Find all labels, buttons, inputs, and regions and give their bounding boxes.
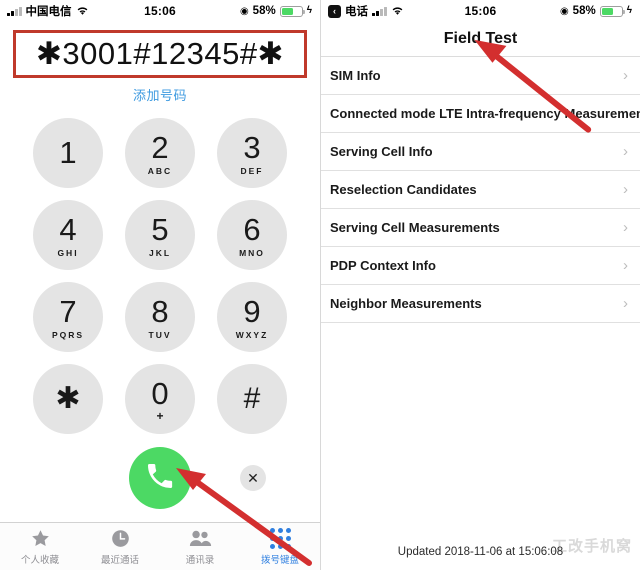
key-digit: 1: [59, 135, 77, 170]
list-item-label: Serving Cell Info: [330, 144, 433, 159]
phone-handset-icon: [144, 460, 176, 497]
list-item-serving-cell-measurements[interactable]: Serving Cell Measurements ›: [321, 209, 640, 247]
key-letters: PQRS: [51, 330, 85, 340]
key-7[interactable]: 7 PQRS: [33, 282, 103, 352]
key-letters: ABC: [147, 166, 173, 176]
key-digit: 6: [243, 212, 261, 247]
tab-contacts[interactable]: 通讯录: [160, 523, 240, 570]
key-8[interactable]: 8 TUV: [125, 282, 195, 352]
left-status-bar: 中国电信 15:06 ◉ 58% ϟ: [0, 0, 320, 22]
right-status-bar: ‹ 电话 15:06 ◉ 58% ϟ: [321, 0, 640, 22]
field-test-list: SIM Info › Connected mode LTE Intra-freq…: [321, 56, 640, 323]
tab-label: 通讯录: [185, 555, 215, 566]
list-item-serving-cell-info[interactable]: Serving Cell Info ›: [321, 133, 640, 171]
key-letters: GHI: [57, 248, 79, 258]
list-item-neighbor-measurements[interactable]: Neighbor Measurements ›: [321, 285, 640, 323]
phone-dialer-screen: 中国电信 15:06 ◉ 58% ϟ ✱3001#12345#✱ 添加号码 1: [0, 0, 320, 570]
chevron-right-icon: ›: [623, 219, 628, 236]
chevron-right-icon: ›: [623, 181, 628, 198]
chevron-right-icon: ›: [623, 257, 628, 274]
tab-keypad[interactable]: 拨号键盘: [240, 523, 320, 570]
clock-icon: [110, 527, 131, 549]
key-6[interactable]: 6 MNO: [217, 200, 287, 270]
dialed-number-text: ✱3001#12345#✱: [35, 36, 285, 71]
key-letters: TUV: [148, 330, 172, 340]
list-item-pdp-context-info[interactable]: PDP Context Info ›: [321, 247, 640, 285]
key-digit: 8: [151, 294, 169, 329]
key-letters: MNO: [239, 248, 265, 258]
key-digit: 7: [59, 294, 77, 329]
star-icon: [30, 527, 51, 549]
key-3[interactable]: 3 DEF: [217, 118, 287, 188]
dial-keypad: 1 2 ABC 3 DEF 4 GHI 5 JKL 6 MNO 7 PQRS 8…: [0, 118, 320, 434]
lightning-bolt-icon: ϟ: [306, 5, 312, 16]
key-pound[interactable]: #: [217, 364, 287, 434]
key-0[interactable]: 0 +: [125, 364, 195, 434]
left-status-right: ◉ 58% ϟ: [240, 5, 312, 17]
dial-number-display[interactable]: ✱3001#12345#✱: [13, 30, 307, 78]
tab-recents[interactable]: 最近通话: [80, 523, 160, 570]
key-letters: WXYZ: [235, 330, 269, 340]
list-item-reselection-candidates[interactable]: Reselection Candidates ›: [321, 171, 640, 209]
key-9[interactable]: 9 WXYZ: [217, 282, 287, 352]
key-digit: 2: [151, 130, 169, 165]
list-item-label: PDP Context Info: [330, 258, 436, 273]
key-digit: 4: [59, 212, 77, 247]
chevron-right-icon: ›: [623, 143, 628, 160]
tab-favorites[interactable]: 个人收藏: [0, 523, 80, 570]
list-item-label: Reselection Candidates: [330, 182, 477, 197]
tab-label: 个人收藏: [20, 555, 59, 566]
key-digit: 3: [243, 130, 261, 165]
updated-timestamp: Updated 2018-11-06 at 15:06:08: [397, 546, 564, 558]
keypad-dots-icon: [269, 527, 291, 549]
key-letters: DEF: [240, 166, 264, 176]
key-4[interactable]: 4 GHI: [33, 200, 103, 270]
battery-icon: [279, 5, 305, 17]
location-services-icon: ◉: [559, 5, 569, 17]
key-letters: +: [156, 408, 164, 423]
chevron-right-icon: ›: [623, 67, 628, 84]
list-item-sim-info[interactable]: SIM Info ›: [321, 57, 640, 95]
contacts-icon: [189, 527, 212, 549]
field-test-screen: ‹ 电话 15:06 ◉ 58% ϟ Field Test SIM Info ›: [320, 0, 640, 570]
add-number-link[interactable]: 添加号码: [0, 85, 320, 104]
page-title: Field Test: [443, 30, 518, 47]
battery-percent-label: 58%: [252, 5, 276, 17]
key-star[interactable]: ✱: [33, 364, 103, 434]
key-1[interactable]: 1: [33, 118, 103, 188]
right-status-right: ◉ 58% ϟ: [560, 5, 632, 17]
key-2[interactable]: 2 ABC: [125, 118, 195, 188]
dual-phone-screenshot: 中国电信 15:06 ◉ 58% ϟ ✱3001#12345#✱ 添加号码 1: [0, 0, 640, 570]
key-digit: 0: [151, 375, 169, 411]
list-item-label: Neighbor Measurements: [330, 296, 482, 311]
key-digit: #: [243, 381, 261, 415]
location-services-icon: ◉: [239, 5, 249, 17]
call-button[interactable]: [129, 447, 191, 509]
list-item-label: Serving Cell Measurements: [330, 220, 500, 235]
key-digit: 5: [151, 212, 169, 247]
battery-percent-label: 58%: [572, 5, 596, 17]
list-item-label: SIM Info: [330, 68, 381, 83]
dialer-action-row: ✕: [0, 442, 320, 514]
tab-label: 最近通话: [100, 555, 139, 566]
lightning-bolt-icon: ϟ: [626, 5, 632, 16]
battery-icon: [599, 5, 625, 17]
list-item-connected-mode-lte[interactable]: Connected mode LTE Intra-frequency Measu…: [321, 95, 640, 133]
phone-tab-bar: 个人收藏 最近通话 通讯录 拨号键盘: [0, 522, 320, 570]
tab-label: 拨号键盘: [260, 555, 299, 566]
close-x-icon: ✕: [247, 469, 259, 486]
key-digit: 9: [243, 294, 261, 329]
list-item-label: Connected mode LTE Intra-frequency Measu…: [330, 106, 640, 121]
key-5[interactable]: 5 JKL: [125, 200, 195, 270]
key-letters: JKL: [148, 248, 172, 258]
key-digit: ✱: [55, 381, 81, 415]
delete-digit-button[interactable]: ✕: [240, 465, 266, 491]
chevron-right-icon: ›: [623, 295, 628, 312]
